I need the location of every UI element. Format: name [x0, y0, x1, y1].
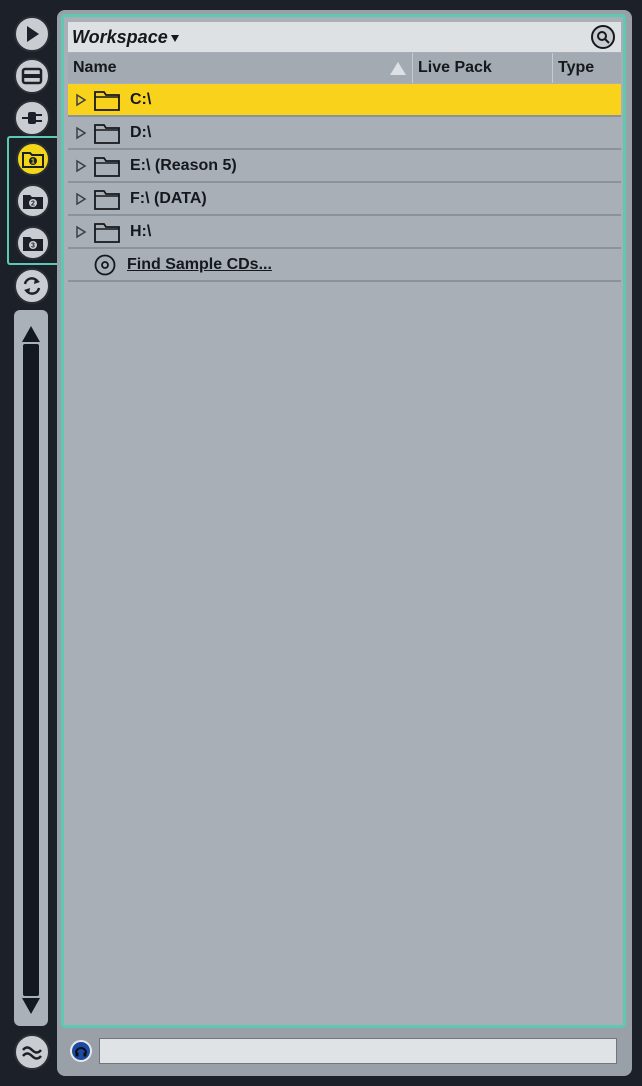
svg-text:3: 3: [31, 243, 35, 250]
folder-2-icon: 2: [23, 195, 43, 209]
refresh-icon: [23, 277, 41, 295]
list-item-label: F:\ (DATA): [130, 189, 207, 207]
expand-triangle-icon[interactable]: [74, 192, 88, 206]
folder-icon: [94, 156, 120, 177]
search-button[interactable]: [591, 25, 615, 49]
list-item-f-drive[interactable]: F:\ (DATA): [68, 183, 621, 216]
headphones-icon: [75, 1047, 87, 1057]
browser-title-bar: Workspace: [68, 22, 621, 52]
list-item-label: C:\: [130, 90, 152, 108]
column-live-pack-header[interactable]: Live Pack: [413, 53, 553, 83]
browser-list: C:\ D:\ E:\ (Reason 5) F:\ (DATA) H:\ Fi…: [68, 84, 621, 282]
plugins-button[interactable]: [14, 100, 50, 136]
play-button[interactable]: [14, 16, 50, 52]
list-item-d-drive[interactable]: D:\: [68, 117, 621, 150]
svg-text:2: 2: [31, 201, 35, 208]
find-sample-cds-link[interactable]: Find Sample CDs...: [127, 256, 272, 274]
info-status-icon[interactable]: [70, 1040, 92, 1062]
folder-icon: [94, 189, 120, 210]
vertical-scrollbar[interactable]: [14, 310, 48, 1026]
refresh-button[interactable]: [14, 268, 50, 304]
device-view-button[interactable]: [14, 58, 50, 94]
list-item-e-drive[interactable]: E:\ (Reason 5): [68, 150, 621, 183]
folder-1-button[interactable]: 1: [16, 142, 50, 176]
folder-icon: [94, 222, 120, 243]
expand-triangle-icon[interactable]: [74, 93, 88, 107]
waves-icon: [22, 1046, 42, 1060]
list-item-label: D:\: [130, 123, 152, 141]
panel-icon: [21, 67, 43, 85]
list-item-label: H:\: [130, 222, 152, 240]
svg-text:1: 1: [31, 159, 35, 166]
folder-icon: [94, 123, 120, 144]
find-sample-cds-row[interactable]: Find Sample CDs...: [68, 249, 621, 282]
expand-triangle-icon[interactable]: [74, 159, 88, 173]
play-icon: [27, 26, 39, 42]
expand-triangle-icon[interactable]: [74, 126, 88, 140]
search-icon: [597, 31, 610, 44]
status-text-field[interactable]: [99, 1038, 617, 1064]
folder-icon: [94, 90, 120, 111]
disc-icon: [94, 254, 116, 275]
list-item-h-drive[interactable]: H:\: [68, 216, 621, 249]
column-live-pack-label: Live Pack: [418, 59, 492, 76]
column-name-header[interactable]: Name: [68, 53, 413, 83]
scroll-rail[interactable]: [23, 344, 39, 996]
browser-panel: Workspace Name Live Pack Type C:\ D:\ E:…: [57, 10, 632, 1076]
list-item-c-drive[interactable]: C:\: [68, 84, 621, 117]
folder-3-icon: 3: [23, 237, 43, 251]
status-bar: [61, 1032, 626, 1070]
folder-1-icon: 1: [22, 152, 44, 168]
waves-button[interactable]: [14, 1034, 50, 1070]
column-type-label: Type: [558, 59, 595, 76]
browser-window: 1 2 3 Workspace Name Live Pack Type C:\ …: [0, 0, 642, 1086]
left-sidebar: 1 2 3: [0, 0, 63, 1086]
browser-content: Workspace Name Live Pack Type C:\ D:\ E:…: [61, 14, 626, 1028]
chevron-down-icon[interactable]: [170, 34, 179, 42]
list-item-label: E:\ (Reason 5): [130, 156, 237, 174]
column-type-header[interactable]: Type: [553, 53, 621, 83]
column-name-label: Name: [73, 59, 117, 76]
folder-2-button[interactable]: 2: [16, 184, 50, 218]
folder-3-button[interactable]: 3: [16, 226, 50, 260]
workspace-dropdown[interactable]: Workspace: [72, 27, 168, 48]
scroll-up-arrow-icon[interactable]: [22, 326, 40, 342]
expand-triangle-icon[interactable]: [74, 225, 88, 239]
column-header: Name Live Pack Type: [68, 53, 621, 83]
scroll-down-arrow-icon[interactable]: [22, 998, 40, 1014]
plug-icon: [22, 112, 42, 124]
sort-ascending-icon: [390, 62, 406, 75]
